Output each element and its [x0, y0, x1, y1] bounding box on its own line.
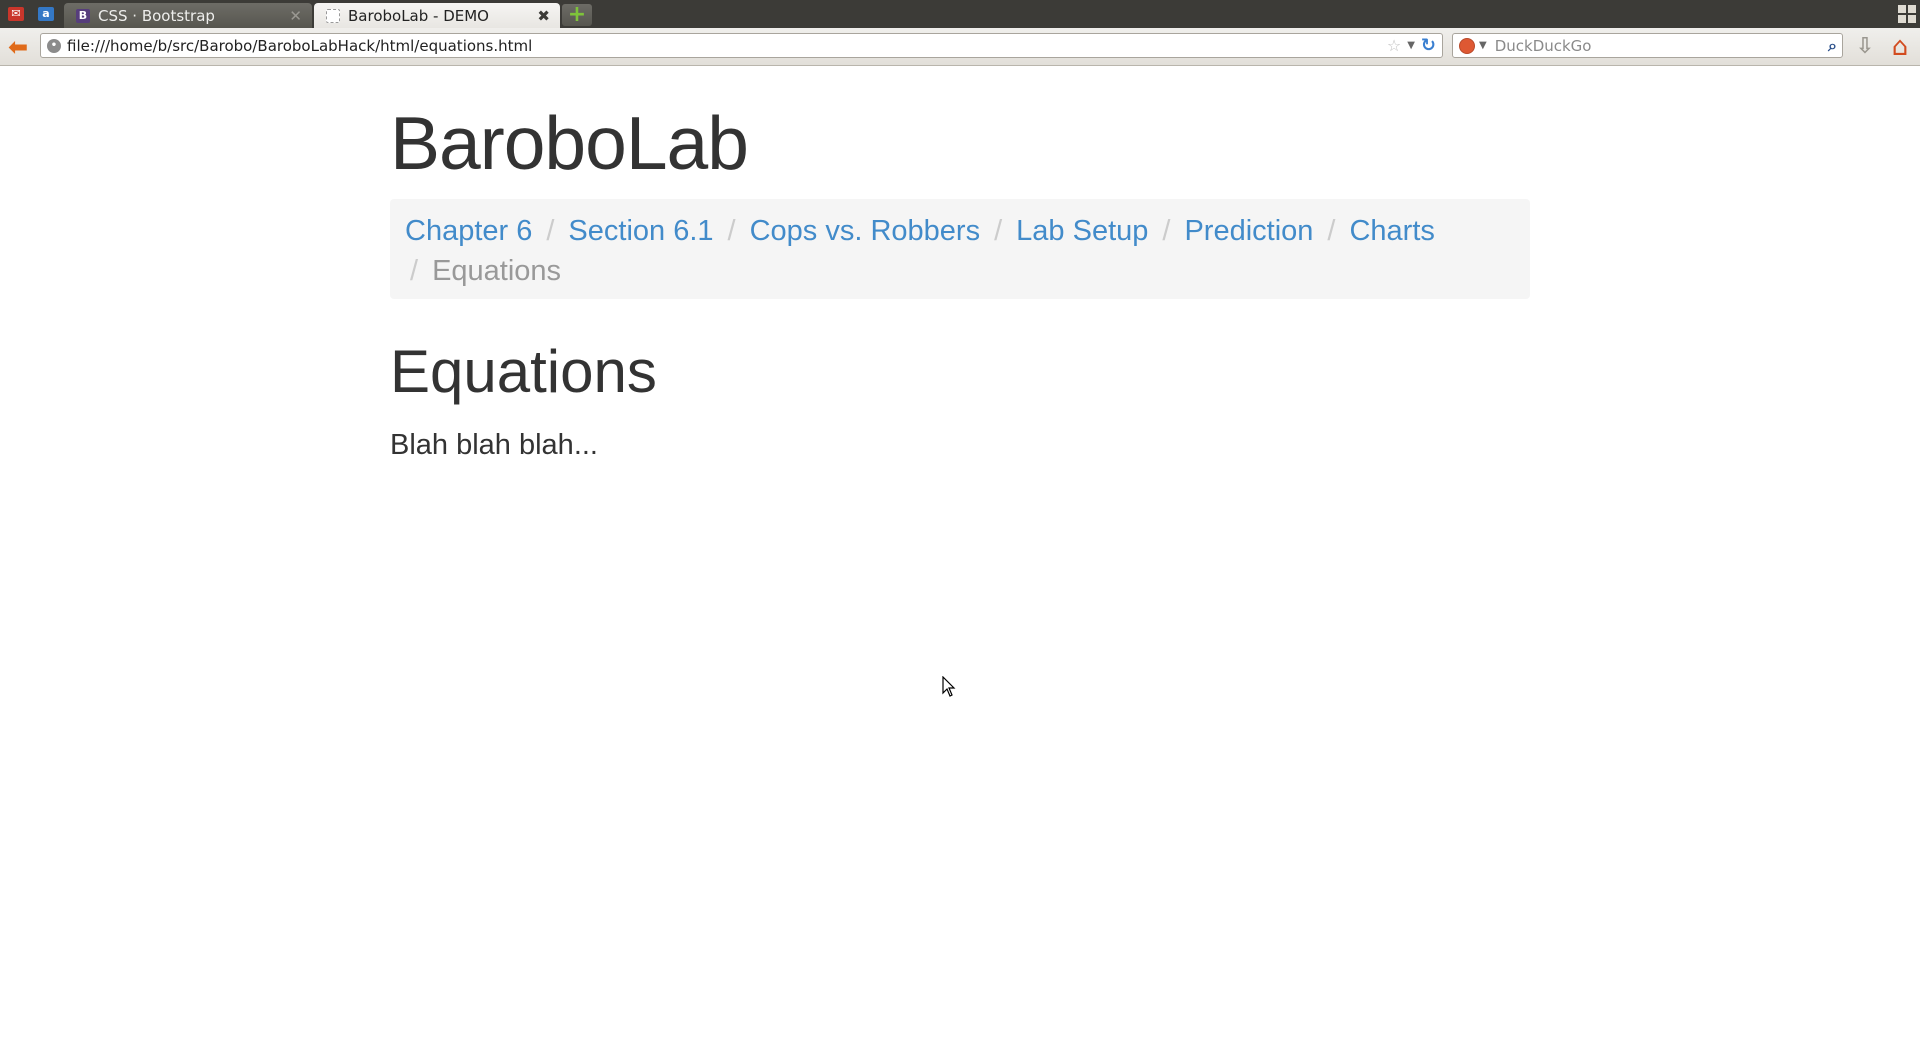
- close-tab-icon[interactable]: ✕: [289, 7, 302, 25]
- breadcrumb-separator: /: [994, 214, 1003, 247]
- search-icon[interactable]: ⌕: [1828, 36, 1837, 56]
- page-heading: Equations: [390, 337, 657, 405]
- breadcrumb-equations-current: Equations: [432, 254, 562, 287]
- breadcrumb-charts[interactable]: Charts: [1349, 215, 1434, 247]
- breadcrumb-chapter-6[interactable]: Chapter 6: [405, 215, 532, 247]
- tab-label: CSS · Bootstrap: [98, 6, 215, 25]
- breadcrumb-lab-setup[interactable]: Lab Setup: [1016, 215, 1148, 247]
- tab-barobolab-demo[interactable]: BaroboLab - DEMO ✖: [314, 3, 560, 28]
- breadcrumb-separator: /: [546, 214, 555, 247]
- history-dropdown-icon[interactable]: ▼: [1407, 40, 1415, 51]
- tab-css-bootstrap[interactable]: B CSS · Bootstrap ✕: [64, 3, 312, 28]
- site-title: BaroboLab: [390, 101, 749, 185]
- bookmark-star-icon[interactable]: ☆: [1387, 36, 1401, 55]
- home-button[interactable]: ⌂: [1886, 33, 1914, 61]
- url-bar[interactable]: • file:///home/b/src/Barobo/BaroboLabHac…: [40, 33, 1443, 58]
- pinned-tab-gmail[interactable]: ✉: [2, 2, 30, 26]
- body-text: Blah blah blah...: [390, 428, 598, 461]
- reload-icon[interactable]: ↻: [1421, 35, 1436, 56]
- page-content: BaroboLab Chapter 6 / Section 6.1 / Cops vs.…: [390, 66, 1530, 464]
- breadcrumb-prediction[interactable]: Prediction: [1184, 215, 1313, 247]
- bootstrap-icon: B: [76, 8, 90, 23]
- mouse-cursor-icon: [942, 676, 956, 697]
- tab-label: BaroboLab - DEMO: [348, 6, 489, 25]
- breadcrumb-separator: /: [1327, 214, 1336, 247]
- pinned-tab-app[interactable]: a: [32, 2, 60, 26]
- close-tab-icon[interactable]: ✖: [537, 7, 550, 25]
- list-all-tabs-icon[interactable]: [1898, 5, 1916, 23]
- downloads-button[interactable]: ⇩: [1852, 34, 1878, 60]
- breadcrumb-separator: /: [1162, 214, 1171, 247]
- breadcrumb-section-6-1[interactable]: Section 6.1: [568, 215, 713, 247]
- breadcrumb: Chapter 6 / Section 6.1 / Cops vs. Robbers / L…: [390, 198, 1530, 299]
- site-identity-icon[interactable]: •: [47, 38, 61, 53]
- duckduckgo-icon[interactable]: [1459, 37, 1475, 54]
- new-tab-button[interactable]: +: [562, 4, 592, 26]
- blank-page-icon: [326, 8, 340, 23]
- search-engine-dropdown-icon[interactable]: ▼: [1479, 40, 1487, 51]
- search-bar[interactable]: ▼ ⌕: [1452, 33, 1843, 58]
- navigation-toolbar: ⬅ • file:///home/b/src/Barobo/BaroboLabH…: [0, 28, 1920, 66]
- breadcrumb-separator: /: [410, 254, 419, 287]
- breadcrumb-cops-vs-robbers[interactable]: Cops vs. Robbers: [750, 215, 981, 247]
- url-text[interactable]: file:///home/b/src/Barobo/BaroboLabHack/…: [67, 37, 1387, 55]
- tab-strip: ✉ a B CSS · Bootstrap ✕ BaroboLab - DEMO…: [0, 0, 1920, 28]
- back-button[interactable]: ⬅: [4, 34, 32, 60]
- breadcrumb-separator: /: [727, 214, 736, 247]
- mail-icon: ✉: [8, 7, 24, 21]
- app-icon: a: [38, 7, 54, 21]
- search-input[interactable]: [1494, 36, 1829, 55]
